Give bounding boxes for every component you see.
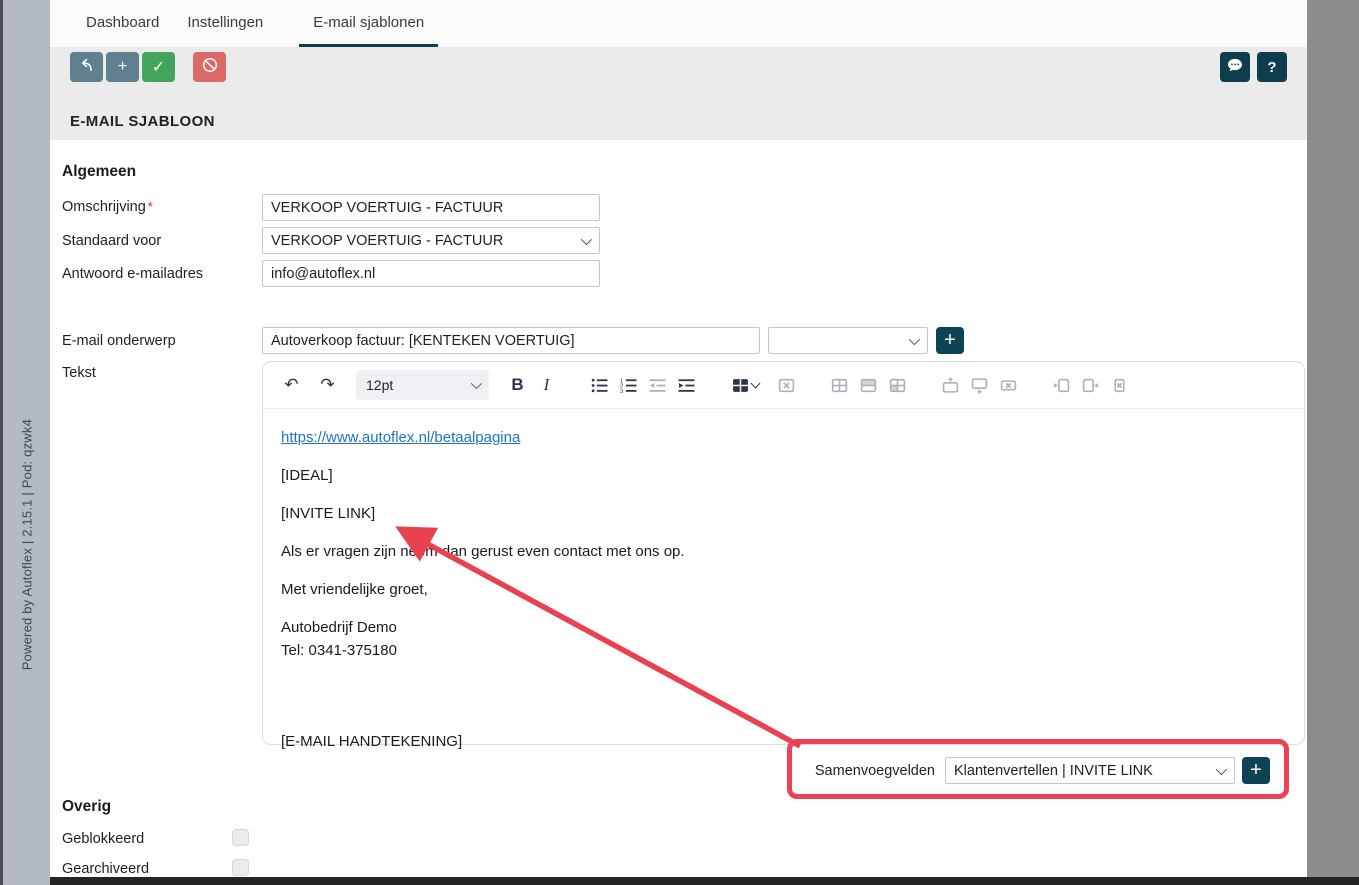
samenvoegvelden-value: Klantenvertellen | INVITE LINK [954, 763, 1153, 779]
chevron-down-icon [909, 334, 920, 345]
onderwerp-input[interactable] [262, 327, 760, 354]
window-bottom-edge [50, 877, 1359, 885]
cell-properties-icon[interactable] [883, 371, 912, 400]
italic-icon[interactable]: I [532, 371, 561, 400]
placeholder-signature: [E-MAIL HANDTEKENING] [281, 730, 1286, 753]
help-button[interactable]: ? [1257, 52, 1287, 82]
antwoord-email-input[interactable] [262, 260, 600, 287]
app-root: Powered by Autoflex | 2.15.1 | Pod: qzwk… [0, 0, 1359, 885]
redo-icon[interactable]: ↷ [313, 371, 342, 400]
font-size-value: 12pt [366, 377, 393, 393]
powered-by-label: Powered by Autoflex | 2.15.1 | Pod: qzwk… [19, 419, 34, 670]
tab-bar: Dashboard Instellingen E-mail sjablonen [50, 0, 1307, 47]
cancel-button[interactable] [193, 52, 226, 82]
required-asterisk: * [148, 199, 153, 214]
standaard-voor-select[interactable]: VERKOOP VOERTUIG - FACTUUR [262, 227, 600, 254]
samenvoegvelden-add-button[interactable]: + [1242, 757, 1270, 784]
tab-dashboard[interactable]: Dashboard [72, 0, 173, 47]
add-button[interactable]: + [106, 52, 139, 82]
section-overig: Overig [62, 798, 111, 816]
left-sidebar: Powered by Autoflex | 2.15.1 | Pod: qzwk… [3, 0, 50, 885]
editor-content[interactable]: https://www.autoflex.nl/betaalpagina [ID… [263, 409, 1304, 785]
chevron-down-icon [1216, 764, 1227, 775]
onderwerp-label: E-mail onderwerp [62, 333, 176, 349]
body-greeting-line: Met vriendelijke groet, [281, 578, 1286, 601]
window-left-edge [0, 0, 3, 885]
insert-table-icon[interactable] [725, 371, 765, 400]
insert-column-after-icon[interactable] [1076, 371, 1105, 400]
svg-text:3: 3 [620, 388, 623, 393]
bold-icon[interactable]: B [503, 371, 532, 400]
tab-instellingen[interactable]: Instellingen [173, 0, 277, 47]
back-button[interactable] [70, 52, 103, 82]
main-panel: Dashboard Instellingen E-mail sjablonen … [50, 0, 1307, 877]
check-icon: ✓ [152, 57, 165, 77]
chat-bubble-icon [1226, 56, 1244, 78]
antwoord-email-label: Antwoord e-mailadres [62, 266, 203, 282]
omschrijving-label-text: Omschrijving [62, 199, 146, 215]
samenvoegvelden-select[interactable]: Klantenvertellen | INVITE LINK [945, 757, 1235, 784]
back-arrow-icon [78, 56, 95, 78]
chevron-down-icon [581, 234, 592, 245]
insert-row-before-icon[interactable] [936, 371, 965, 400]
omschrijving-label: Omschrijving* [62, 199, 153, 215]
tekst-label: Tekst [62, 365, 96, 381]
page-title: E-MAIL SJABLOON [70, 113, 215, 130]
help-actions: ? [1220, 52, 1287, 82]
chevron-down-icon [750, 379, 760, 389]
geblokkeerd-checkbox[interactable] [232, 829, 249, 846]
chevron-down-icon [471, 378, 482, 389]
bullet-list-icon[interactable] [585, 371, 614, 400]
numbered-list-icon[interactable]: 123 [614, 371, 643, 400]
delete-column-icon[interactable] [1105, 371, 1134, 400]
placeholder-ideal: [IDEAL] [281, 464, 1286, 487]
indent-icon[interactable] [672, 371, 701, 400]
save-confirm-button[interactable]: ✓ [142, 52, 175, 82]
onderwerp-merge-add-button[interactable]: + [936, 327, 964, 354]
tab-email-sjablonen[interactable]: E-mail sjablonen [299, 0, 438, 47]
action-buttons: + ✓ [70, 52, 229, 82]
onderwerp-merge-select[interactable] [768, 327, 928, 354]
delete-row-icon[interactable] [994, 371, 1023, 400]
omschrijving-input[interactable] [262, 194, 600, 221]
placeholder-invite-link: [INVITE LINK] [281, 502, 1286, 525]
block-icon [201, 56, 219, 79]
insert-column-before-icon[interactable] [1047, 371, 1076, 400]
feedback-chat-button[interactable] [1220, 52, 1250, 82]
body-questions-line: Als er vragen zijn neem dan gerust even … [281, 540, 1286, 563]
plus-icon: + [1250, 759, 1262, 782]
gearchiveerd-label: Gearchiveerd [62, 861, 149, 877]
outdent-icon[interactable] [643, 371, 672, 400]
company-phone: Tel: 0341-375180 [281, 642, 397, 659]
question-mark-icon: ? [1267, 59, 1276, 76]
geblokkeerd-label: Geblokkeerd [62, 831, 144, 847]
table-properties-icon[interactable] [825, 371, 854, 400]
richtext-editor: ↶ ↷ 12pt B I 123 [262, 361, 1305, 745]
standaard-voor-label: Standaard voor [62, 233, 161, 249]
row-properties-icon[interactable] [854, 371, 883, 400]
undo-icon[interactable]: ↶ [277, 371, 306, 400]
section-algemeen: Algemeen [62, 163, 136, 181]
editor-toolbar: ↶ ↷ 12pt B I 123 [263, 362, 1304, 409]
plus-icon: + [118, 58, 127, 76]
standaard-voor-value: VERKOOP VOERTUIG - FACTUUR [271, 233, 503, 249]
gearchiveerd-checkbox[interactable] [232, 859, 249, 876]
samenvoegvelden-label: Samenvoegvelden [787, 763, 935, 779]
action-band: + ✓ ? E-MAIL SJABLOON [50, 47, 1307, 140]
body-company-block: Autobedrijf Demo Tel: 0341-375180 [281, 616, 1286, 662]
plus-icon: + [944, 329, 956, 352]
delete-table-icon[interactable] [772, 371, 801, 400]
company-name: Autobedrijf Demo [281, 619, 397, 636]
insert-row-after-icon[interactable] [965, 371, 994, 400]
blank-lines [281, 677, 1286, 730]
payment-link[interactable]: https://www.autoflex.nl/betaalpagina [281, 429, 520, 446]
font-size-select[interactable]: 12pt [356, 370, 489, 400]
